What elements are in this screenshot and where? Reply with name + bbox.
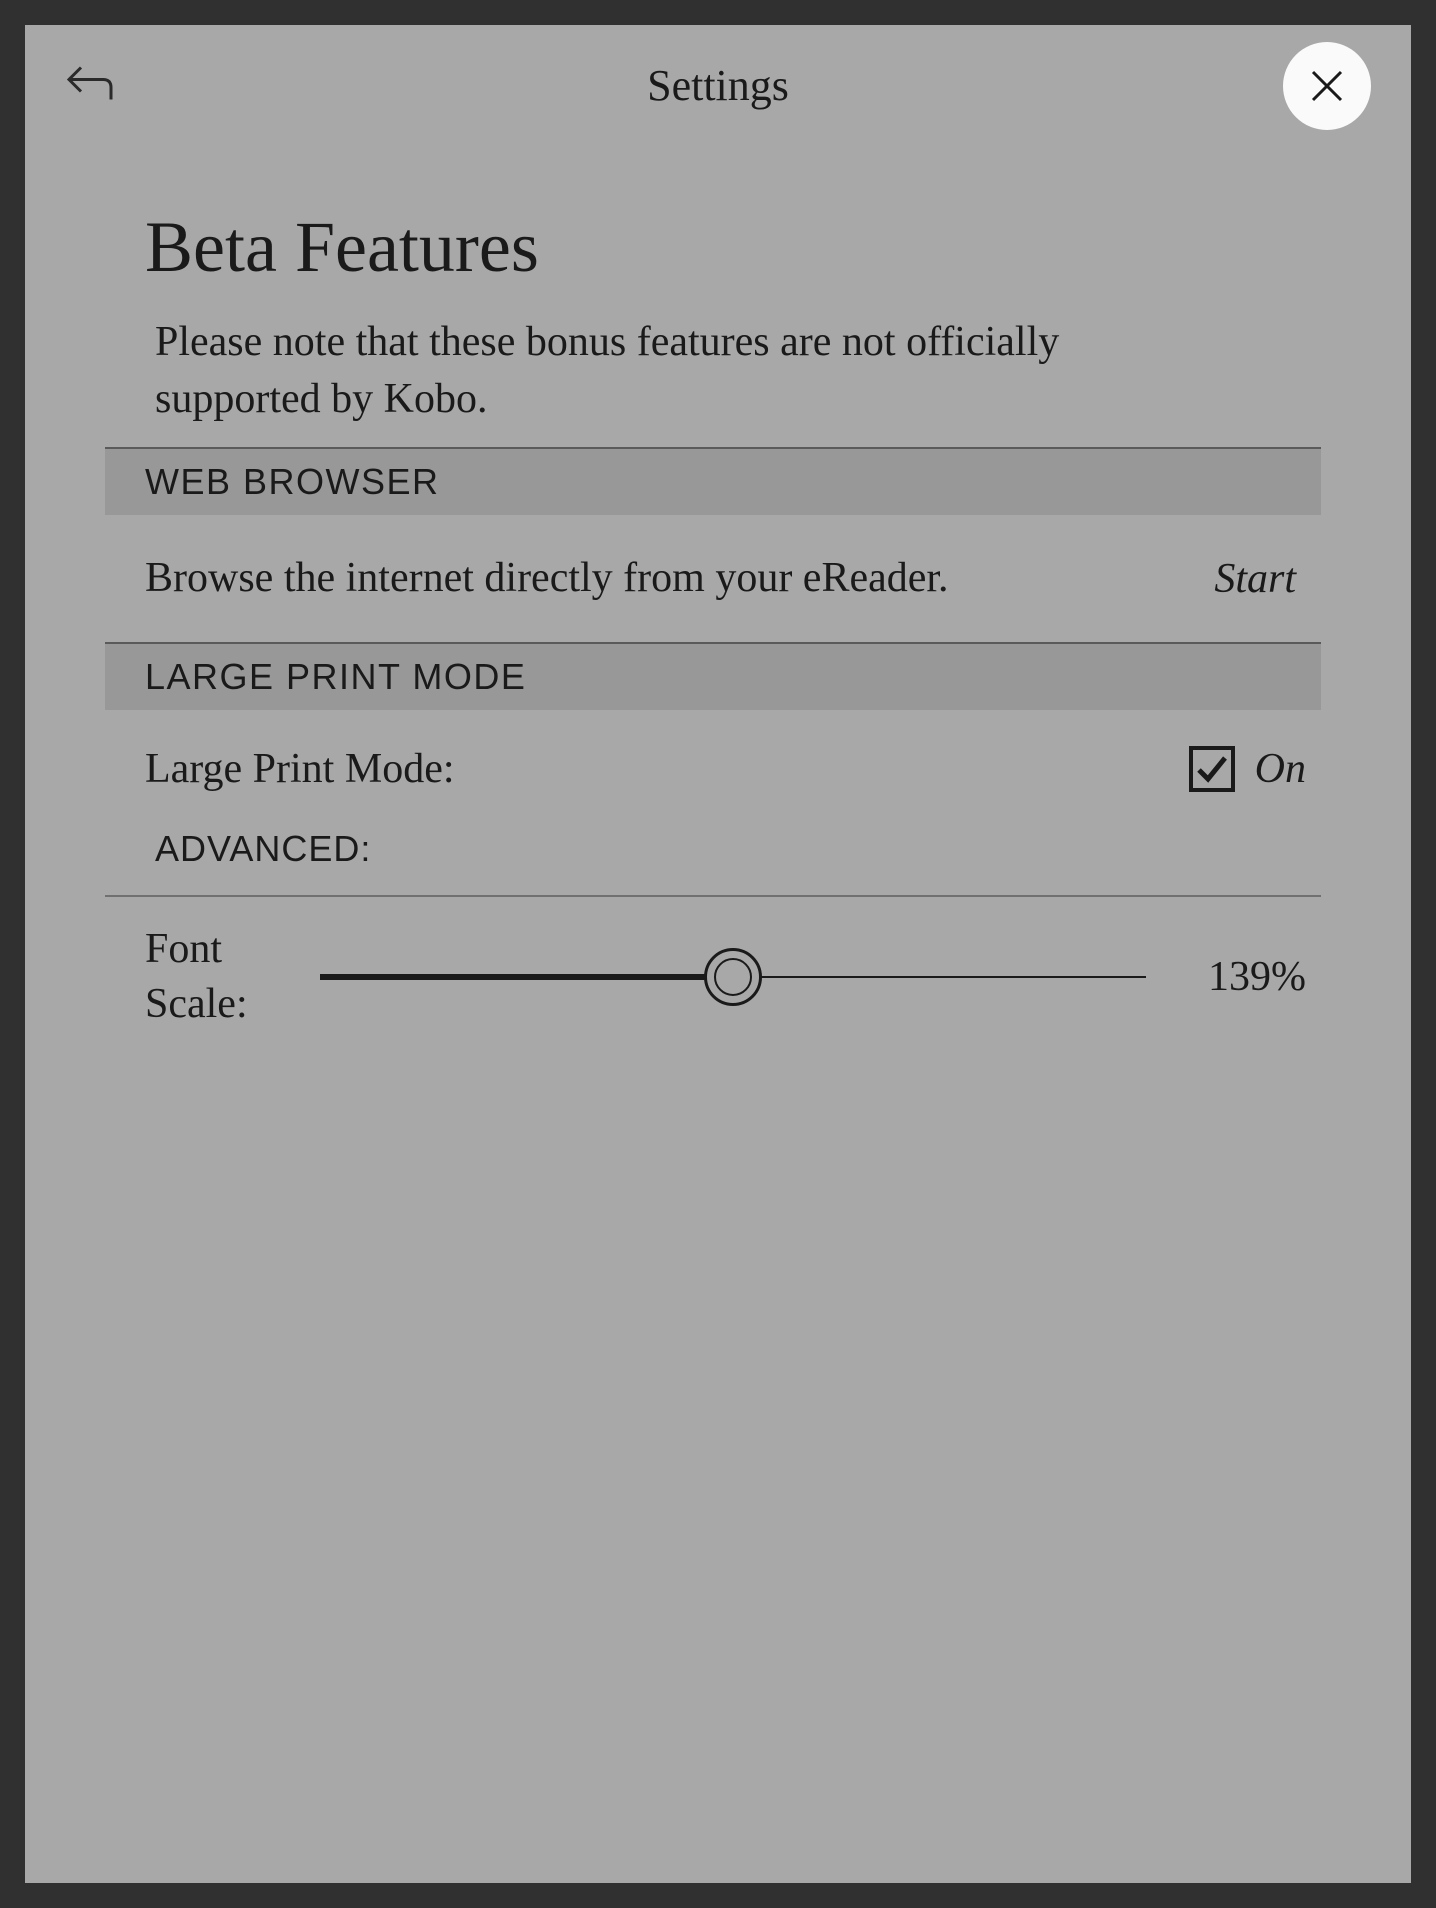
header-title: Settings (647, 60, 789, 111)
back-button[interactable] (65, 63, 113, 108)
advanced-label: ADVANCED: (115, 818, 1321, 895)
font-scale-slider[interactable] (320, 947, 1146, 1007)
close-button[interactable] (1283, 42, 1371, 130)
close-icon (1309, 68, 1345, 104)
web-browser-row: Browse the internet directly from your e… (115, 515, 1321, 642)
slider-thumb-inner (714, 958, 752, 996)
back-arrow-icon (65, 63, 113, 103)
large-print-checkbox-group: On (1189, 745, 1311, 793)
page-title: Beta Features (145, 206, 1321, 289)
section-header-large-print: LARGE PRINT MODE (105, 642, 1321, 710)
page-subtitle: Please note that these bonus features ar… (155, 314, 1175, 427)
large-print-row: Large Print Mode: On (115, 710, 1321, 818)
settings-screen: Settings Beta Features Please note that … (25, 25, 1411, 1883)
large-print-checkbox[interactable] (1189, 746, 1235, 792)
large-print-status: On (1255, 745, 1306, 793)
content-area: Beta Features Please note that these bon… (25, 146, 1411, 1031)
font-scale-label: Font Scale: (145, 922, 275, 1031)
font-scale-value: 139% (1191, 953, 1311, 1001)
section-header-web-browser: WEB BROWSER (105, 447, 1321, 515)
header-bar: Settings (25, 25, 1411, 146)
checkmark-icon (1195, 752, 1229, 786)
large-print-label: Large Print Mode: (145, 745, 455, 793)
web-browser-description: Browse the internet directly from your e… (145, 550, 949, 607)
slider-thumb[interactable] (704, 948, 762, 1006)
slider-track-active (320, 974, 733, 980)
web-browser-start-button[interactable]: Start (1214, 555, 1311, 603)
font-scale-row: Font Scale: 139% (115, 897, 1321, 1031)
